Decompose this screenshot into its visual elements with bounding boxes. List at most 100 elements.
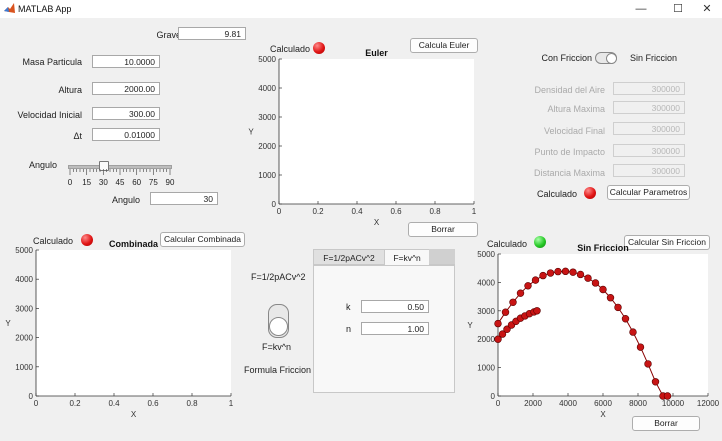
x-tick-label: 4000 [559,399,577,408]
data-point [606,294,615,302]
axes-title: Euler [365,48,388,58]
parametros-status-lamp [584,187,596,199]
maximize-button[interactable]: ☐ [664,1,692,17]
sin-friccion-label: Sin Friccion [630,53,678,63]
data-point [651,378,660,386]
data-point [636,343,645,351]
vel-final-field: 300000 [613,122,685,135]
data-point [584,274,592,282]
euler-borrar-button[interactable]: Borrar [408,222,478,237]
formula-tab-group: F=1/2pACv^2 F=kv^n k 0.50 n 1.00 [313,249,455,393]
window-title: MATLAB App [18,4,72,14]
n-field[interactable]: 1.00 [361,322,429,335]
formula-caption: Formula Friccion [244,365,312,375]
toggle-knob [606,53,617,64]
x-tick-label: 0 [34,399,39,408]
euler-axes: Euler 0 0.2 0.4 0.6 0.8 1 0 1000 2000 3000 4000 5000… [248,48,477,227]
formula-toggle-switch[interactable] [268,304,289,338]
y-tick-label: 2000 [258,142,276,151]
tab-potencia[interactable]: F=kv^n [384,249,430,265]
y-tick-label: 0 [272,200,277,209]
x-axis-label: X [374,218,380,227]
data-point [644,360,652,368]
impacto-field: 300000 [613,144,685,157]
minimize-button[interactable]: — [627,1,655,17]
angulo-field[interactable]: 30 [150,192,218,205]
data-point [501,308,510,316]
plot-area [279,59,474,204]
data-point [629,328,637,336]
calcular-parametros-button[interactable]: Calcular Parametros [607,185,690,200]
x-tick-label: 0.4 [108,399,120,408]
x-tick-label: 2000 [524,399,542,408]
toggle-knob [269,317,288,336]
data-point [663,392,672,400]
axes-title: Sin Friccion [577,243,629,253]
n-label: n [346,324,352,334]
close-button[interactable]: ✕ [693,1,721,17]
y-tick-label: 5000 [15,246,33,255]
velocidad-label: Velocidad Inicial [17,110,82,120]
slider-tick-label: 0 [68,178,73,187]
plot-area [498,254,708,396]
x-tick-label: 0 [277,207,282,216]
y-tick-label: 4000 [477,278,495,287]
calcula-euler-button[interactable]: Calcula Euler [410,38,478,53]
vel-final-label: Velocidad Final [543,126,605,136]
data-point [539,271,547,280]
sinfriccion-axes: Sin Friccion 0 2000 4000 6000 8000 10000 12000 0… [467,243,719,419]
friccion-toggle-switch[interactable] [595,52,617,64]
y-tick-label: 1000 [477,364,495,373]
slider-tick-label: 30 [99,178,108,187]
velocidad-field[interactable]: 300.00 [92,107,160,120]
data-point [524,282,532,290]
y-tick-label: 2000 [477,335,495,344]
y-tick-label: 3000 [15,304,33,313]
data-point [509,298,517,306]
masa-field[interactable]: 10.0000 [92,55,160,68]
data-point [621,315,630,323]
slider-tick-label: 15 [82,178,91,187]
y-tick-label: 1000 [258,171,276,180]
plot-area [36,250,231,396]
y-tick-label: 3000 [477,307,495,316]
gravedad-field[interactable]: 9.81 [178,27,246,40]
x-tick-label: 12000 [697,399,720,408]
k-label: k [346,302,351,312]
altura-max-field: 300000 [613,101,685,114]
matlab-logo-icon [4,3,15,13]
y-tick-label: 4000 [15,275,33,284]
x-tick-label: 0.6 [390,207,402,216]
data-point [576,270,585,279]
data-point [591,279,600,287]
dt-field[interactable]: 0.01000 [92,128,160,141]
slider-tick-label: 75 [149,178,158,187]
angulo-slider-label: Angulo [29,160,58,170]
y-tick-label: 1000 [15,363,33,372]
x-tick-label: 1 [472,207,477,216]
k-field[interactable]: 0.50 [361,300,429,313]
slider-tick-label: 90 [166,178,175,187]
y-tick-label: 4000 [258,84,276,93]
x-tick-label: 10000 [662,399,685,408]
sinfriccion-borrar-button[interactable]: Borrar [632,416,700,431]
y-axis-label: Y [5,319,11,328]
y-axis-label: Y [467,321,473,330]
axes-title: Combinada [109,239,159,249]
x-tick-label: 1 [229,399,234,408]
altura-field[interactable]: 2000.00 [92,82,160,95]
tab-aerodinamica[interactable]: F=1/2pACv^2 [313,249,385,265]
distancia-field: 300000 [613,164,685,177]
formula-bottom-label: F=kv^n [262,342,291,352]
densidad-field: 300000 [613,82,685,95]
altura-label: Altura [58,85,82,95]
data-point [614,303,622,312]
data-point [546,269,555,277]
y-axis-label: Y [248,128,254,137]
angle-slider[interactable]: 0 15 30 45 60 75 90 [66,158,176,188]
dt-label: Δt [73,131,82,141]
y-tick-label: 0 [491,392,496,401]
formula-top-label: F=1/2pACv^2 [251,272,306,282]
parametros-calc-label: Calculado [537,189,578,199]
x-tick-label: 0.8 [429,207,441,216]
